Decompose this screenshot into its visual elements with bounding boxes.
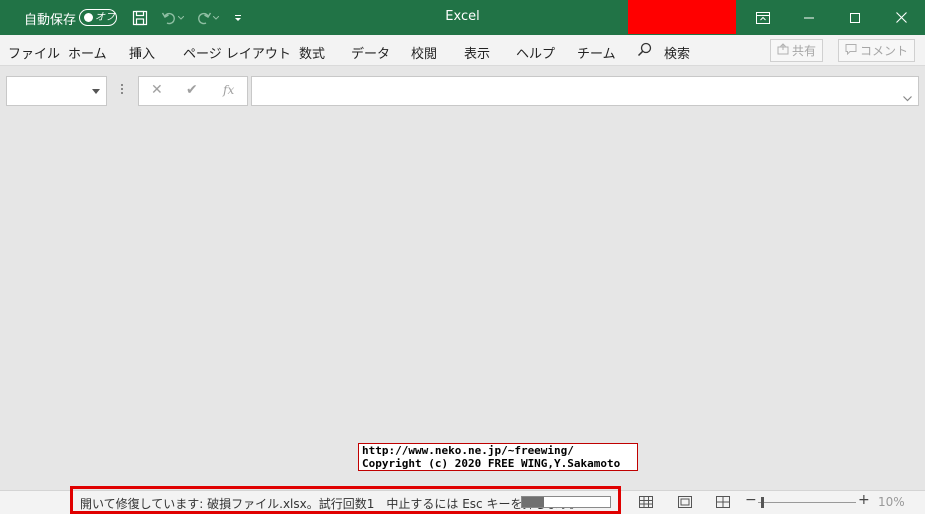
autosave-toggle[interactable]: オフ — [79, 9, 117, 26]
watermark-url: http://www.neko.ne.jp/~freewing/ — [362, 444, 574, 457]
status-bar: 開いて修復しています: 破損ファイル.xlsx。試行回数1 中止するには Esc… — [0, 486, 925, 514]
tab-file[interactable]: ファイル — [8, 43, 60, 62]
tab-team[interactable]: チーム — [577, 43, 616, 62]
zoom-level[interactable]: 10% — [878, 495, 905, 509]
cancel-icon[interactable]: ✕ — [151, 82, 163, 98]
watermark-copyright: Copyright (c) 2020 FREE WING,Y.Sakamoto — [362, 457, 621, 470]
close-icon[interactable] — [878, 0, 924, 35]
share-label: 共有 — [792, 44, 817, 58]
zoom-slider-thumb[interactable] — [760, 497, 764, 508]
customize-qat-icon[interactable] — [228, 7, 248, 29]
formula-bar-area: ✕ ✔ fx — [0, 66, 925, 116]
undo-dropdown-icon[interactable] — [176, 7, 186, 29]
search-icon[interactable] — [637, 42, 652, 61]
save-icon[interactable] — [129, 7, 151, 29]
tab-data[interactable]: データ — [351, 43, 390, 62]
tab-view[interactable]: 表示 — [464, 43, 490, 62]
zoom-slider[interactable] — [758, 502, 856, 503]
progress-fill — [522, 497, 544, 507]
formula-actions: ✕ ✔ fx — [138, 76, 248, 106]
share-icon — [777, 43, 789, 58]
name-box[interactable] — [6, 76, 107, 106]
expand-formula-bar-icon[interactable] — [903, 87, 912, 106]
ribbon-display-options-icon[interactable] — [740, 0, 786, 35]
tab-formulas[interactable]: 数式 — [299, 43, 325, 62]
tab-page-layout[interactable]: ページ レイアウト — [183, 43, 291, 62]
comment-icon — [845, 43, 857, 58]
copyright-watermark: http://www.neko.ne.jp/~freewing/ Copyrig… — [358, 443, 638, 471]
tab-insert[interactable]: 挿入 — [129, 43, 155, 62]
redo-dropdown-icon[interactable] — [211, 7, 221, 29]
page-layout-view-icon[interactable] — [676, 494, 694, 510]
redacted-account-area — [628, 0, 736, 34]
share-button[interactable]: 共有 — [770, 39, 824, 62]
search-label[interactable]: 検索 — [664, 43, 690, 62]
comments-label: コメント — [860, 44, 909, 58]
name-box-dropdown-icon[interactable] — [92, 89, 100, 94]
page-break-preview-icon[interactable] — [714, 494, 732, 510]
comments-button[interactable]: コメント — [838, 39, 916, 62]
autosave-state: オフ — [95, 12, 115, 23]
insert-function-icon[interactable]: fx — [223, 83, 234, 97]
repair-progress-bar — [521, 496, 611, 508]
minimize-icon[interactable] — [786, 0, 832, 35]
ribbon-tabs: ファイル ホーム 挿入 ページ レイアウト 数式 データ 校閲 表示 ヘルプ チ… — [0, 35, 925, 66]
toggle-knob — [84, 13, 93, 22]
normal-view-icon[interactable] — [637, 494, 655, 510]
formula-bar-grip-icon[interactable] — [119, 82, 125, 100]
maximize-icon[interactable] — [832, 0, 878, 35]
formula-input[interactable] — [251, 76, 919, 106]
autosave-label: 自動保存 — [24, 13, 77, 28]
status-message: 開いて修復しています: 破損ファイル.xlsx。試行回数1 中止するには Esc… — [80, 497, 582, 511]
title-bar: 自動保存 オフ Excel — [0, 0, 925, 35]
zoom-in-icon[interactable]: + — [858, 492, 870, 508]
tab-home[interactable]: ホーム — [68, 43, 107, 62]
tab-help[interactable]: ヘルプ — [516, 43, 555, 62]
enter-check-icon[interactable]: ✔ — [186, 82, 198, 98]
zoom-out-icon[interactable]: − — [745, 492, 757, 508]
tab-review[interactable]: 校閲 — [411, 43, 437, 62]
